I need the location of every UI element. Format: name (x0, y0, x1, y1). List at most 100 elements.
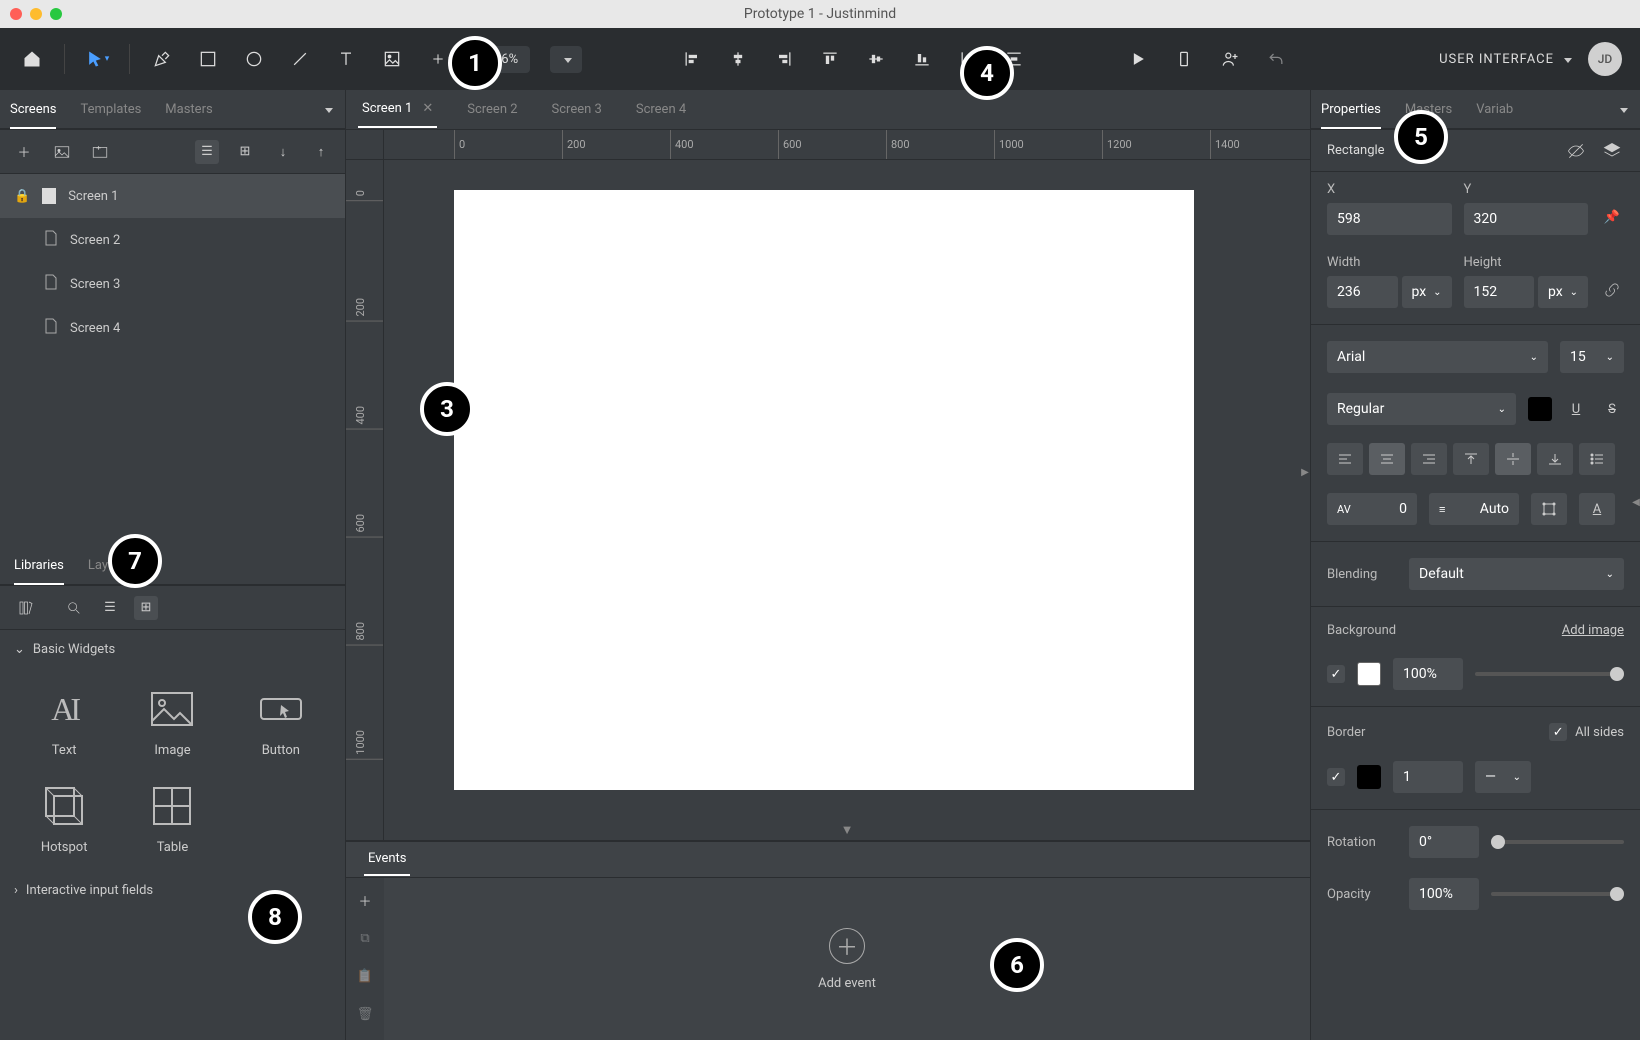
zoom-level[interactable]: 36% (482, 46, 530, 73)
border-width-input[interactable] (1393, 761, 1463, 793)
text-options-icon[interactable]: A (1579, 493, 1615, 525)
border-color-swatch[interactable] (1357, 765, 1381, 789)
rectangle-tool-icon[interactable] (194, 45, 222, 73)
add-event-button[interactable]: ＋ (829, 928, 865, 964)
height-unit-select[interactable]: px⌄ (1538, 276, 1588, 308)
tab-libraries[interactable]: Libraries (14, 548, 64, 585)
font-size-select[interactable]: 15⌄ (1560, 341, 1624, 373)
minimize-window-icon[interactable] (30, 8, 42, 20)
user-avatar[interactable]: JD (1588, 42, 1622, 76)
grid-view-icon[interactable]: ⊞ (134, 596, 158, 620)
layers-icon[interactable] (1600, 139, 1624, 163)
tab-variables[interactable]: Variab (1476, 92, 1513, 127)
opacity-slider[interactable] (1491, 892, 1624, 896)
height-input[interactable] (1464, 276, 1535, 308)
add-image-link[interactable]: Add image (1562, 623, 1624, 638)
close-window-icon[interactable] (10, 8, 22, 20)
widget-hotspot[interactable]: Hotspot (14, 774, 114, 863)
zoom-dropdown-icon[interactable] (550, 46, 582, 73)
y-input[interactable] (1464, 203, 1589, 235)
background-opacity-input[interactable] (1393, 658, 1463, 690)
sort-up-icon[interactable]: ↑ (309, 140, 333, 164)
background-checkbox[interactable] (1327, 665, 1345, 683)
search-icon[interactable] (62, 596, 86, 620)
align-right-icon[interactable] (770, 45, 798, 73)
widget-table[interactable]: Table (122, 774, 222, 863)
tab-templates[interactable]: Templates (80, 92, 141, 127)
close-tab-icon[interactable]: ✕ (422, 101, 433, 116)
opacity-input[interactable] (1409, 878, 1479, 910)
section-interactive-inputs[interactable]: › Interactive input fields (0, 871, 345, 910)
sort-down-icon[interactable]: ↓ (271, 140, 295, 164)
collapse-bottom-icon[interactable]: ▼ (841, 822, 854, 838)
border-checkbox[interactable] (1327, 768, 1345, 786)
grid-view-icon[interactable]: ⊞ (233, 140, 257, 164)
underline-icon[interactable]: U (1564, 397, 1588, 421)
panel-menu-icon[interactable] (1616, 102, 1628, 117)
home-icon[interactable] (18, 45, 46, 73)
auto-width-icon[interactable] (1531, 493, 1567, 525)
vertical-align-bottom-icon[interactable] (1537, 443, 1573, 475)
line-tool-icon[interactable] (286, 45, 314, 73)
select-tool-icon[interactable]: ▾ (83, 45, 111, 73)
rotation-input[interactable] (1409, 826, 1479, 858)
tab-properties[interactable]: Properties (1321, 92, 1381, 129)
tab-events[interactable]: Events (364, 843, 410, 876)
copy-event-icon[interactable]: ⧉ (353, 926, 377, 950)
screen-item[interactable]: 🔒 Screen 1 (0, 174, 345, 218)
screen-item[interactable]: Screen 4 (0, 306, 345, 350)
collapse-left-icon[interactable]: ◀ (1631, 490, 1640, 514)
text-align-left-icon[interactable] (1327, 443, 1363, 475)
doc-tab[interactable]: Screen 2 (463, 92, 521, 127)
vertical-align-top-icon[interactable] (1453, 443, 1489, 475)
screen-item[interactable]: Screen 2 (0, 218, 345, 262)
library-books-icon[interactable] (14, 596, 38, 620)
distribute-v-icon[interactable] (1000, 45, 1028, 73)
distribute-h-icon[interactable] (954, 45, 982, 73)
text-color-swatch[interactable] (1528, 397, 1552, 421)
rotation-slider[interactable] (1491, 840, 1624, 844)
bullet-list-icon[interactable] (1579, 443, 1615, 475)
border-style-select[interactable]: —⌄ (1475, 761, 1531, 793)
add-screen-icon[interactable]: ＋ (12, 140, 36, 164)
doc-tab[interactable]: Screen 1✕ (358, 91, 437, 128)
undo-icon[interactable] (1262, 45, 1290, 73)
doc-tab[interactable]: Screen 4 (632, 92, 690, 127)
line-height-input[interactable]: ≡ Auto (1429, 493, 1519, 525)
paste-event-icon[interactable]: 📋 (353, 964, 377, 988)
view-mode-dropdown[interactable]: USER INTERFACE (1439, 52, 1572, 67)
background-opacity-slider[interactable] (1475, 672, 1624, 676)
collapse-right-icon[interactable]: ▶ (1300, 460, 1310, 484)
tab-layers[interactable]: Layers (88, 548, 126, 583)
delete-event-icon[interactable]: 🗑 (353, 1002, 377, 1026)
widget-text[interactable]: AI Text (14, 677, 114, 766)
strikethrough-icon[interactable]: S (1600, 397, 1624, 421)
font-weight-select[interactable]: Regular⌄ (1327, 393, 1516, 425)
screen-item[interactable]: Screen 3 (0, 262, 345, 306)
list-view-icon[interactable]: ☰ (98, 596, 122, 620)
blending-select[interactable]: Default⌄ (1409, 558, 1624, 590)
ellipse-tool-icon[interactable] (240, 45, 268, 73)
text-align-center-icon[interactable] (1369, 443, 1405, 475)
letter-spacing-input[interactable]: AV 0 (1327, 493, 1417, 525)
panel-menu-icon[interactable] (321, 102, 333, 117)
align-bottom-icon[interactable] (908, 45, 936, 73)
align-middle-icon[interactable] (862, 45, 890, 73)
text-tool-icon[interactable] (332, 45, 360, 73)
doc-tab[interactable]: Screen 3 (548, 92, 606, 127)
section-basic-widgets[interactable]: ⌄ Basic Widgets (0, 630, 345, 669)
text-align-right-icon[interactable] (1411, 443, 1447, 475)
tab-right-masters[interactable]: Masters (1405, 92, 1452, 127)
list-view-icon[interactable]: ☰ (195, 140, 219, 164)
canvas[interactable]: ▶ ▼ (384, 160, 1310, 840)
device-preview-icon[interactable] (1170, 45, 1198, 73)
link-dimensions-icon[interactable] (1600, 278, 1624, 302)
image-tool-icon[interactable] (378, 45, 406, 73)
align-top-icon[interactable] (816, 45, 844, 73)
align-center-h-icon[interactable] (724, 45, 752, 73)
maximize-window-icon[interactable] (50, 8, 62, 20)
width-input[interactable] (1327, 276, 1398, 308)
pin-icon[interactable]: 📌 (1600, 205, 1624, 229)
add-event-icon[interactable]: ＋ (353, 888, 377, 912)
x-input[interactable] (1327, 203, 1452, 235)
